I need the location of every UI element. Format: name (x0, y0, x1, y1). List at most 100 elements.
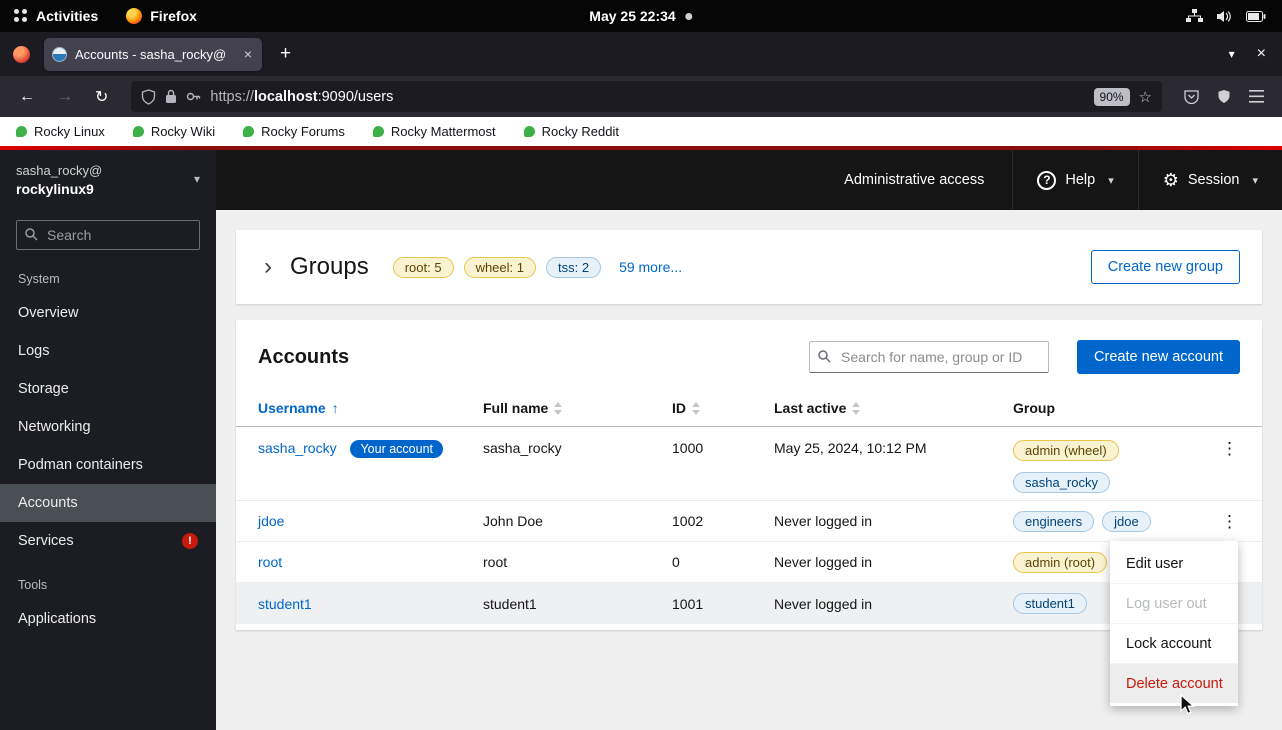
bookmark-label: Rocky Reddit (542, 124, 619, 139)
firefox-appmenu-button[interactable]: Firefox (126, 8, 197, 24)
session-user-dropdown[interactable]: sasha_rocky@ rockylinux9 ▾ (0, 150, 216, 205)
sidebar-item-networking[interactable]: Networking (0, 408, 216, 446)
column-label: Group (1013, 400, 1055, 416)
table-row: sasha_rocky Your account sasha_rocky 100… (236, 427, 1262, 501)
accounts-search-input[interactable] (809, 341, 1049, 373)
list-tabs-chevron-icon[interactable]: ▾ (1229, 47, 1235, 61)
sidebar-item-logs[interactable]: Logs (0, 332, 216, 370)
reload-button[interactable]: ↻ (86, 83, 117, 111)
column-label: Full name (483, 400, 548, 416)
create-new-account-button[interactable]: Create new account (1077, 340, 1240, 374)
table-row: jdoe John Doe 1002 Never logged in engin… (236, 501, 1262, 542)
hamburger-menu-icon[interactable] (1249, 90, 1264, 103)
groups-more-link[interactable]: 59 more... (619, 259, 682, 275)
group-label: engineers (1013, 511, 1094, 532)
group-label: admin (wheel) (1013, 440, 1119, 461)
session-user-name: sasha_rocky@ (16, 163, 200, 178)
window-close-icon[interactable]: × (1257, 45, 1266, 63)
sidebar-item-accounts[interactable]: Accounts (0, 484, 216, 522)
activities-icon (14, 9, 28, 23)
groups-expand-chevron-icon[interactable]: › (258, 258, 278, 276)
username-link[interactable]: student1 (258, 596, 312, 612)
help-icon: ? (1037, 171, 1056, 190)
cell-fullname: root (483, 554, 672, 570)
sidebar-item-applications[interactable]: Applications (0, 600, 216, 638)
accounts-search[interactable] (809, 341, 1049, 373)
notification-dot-icon (686, 13, 693, 20)
table-row: root root 0 Never logged in admin (root)… (236, 542, 1262, 583)
tab-close-icon[interactable]: × (242, 46, 254, 62)
services-alert-badge: ! (182, 533, 198, 549)
menu-item-delete-account[interactable]: Delete account (1110, 663, 1238, 703)
column-header-group: Group (1013, 400, 1215, 416)
search-icon (818, 350, 831, 363)
firefox-app-label: Firefox (150, 8, 197, 24)
column-header-fullname[interactable]: Full name (483, 400, 672, 416)
new-tab-button[interactable]: + (274, 43, 297, 65)
bookmark-label: Rocky Wiki (151, 124, 215, 139)
bookmark-rocky-linux[interactable]: Rocky Linux (16, 124, 105, 139)
sidebar-item-overview[interactable]: Overview (0, 294, 216, 332)
sortable-icon (692, 402, 700, 415)
menu-item-log-user-out[interactable]: Log user out (1110, 583, 1238, 623)
column-header-id[interactable]: ID (672, 400, 774, 416)
browser-tab[interactable]: Accounts - sasha_rocky@ × (44, 38, 262, 71)
table-row: student1 student1 1001 Never logged in s… (236, 583, 1262, 624)
sortable-icon (852, 402, 860, 415)
sortable-icon (554, 402, 562, 415)
sort-ascending-icon: ↑ (332, 400, 339, 416)
column-label: ID (672, 400, 686, 416)
key-icon[interactable] (186, 89, 201, 104)
lock-icon[interactable] (165, 89, 177, 104)
group-label: sasha_rocky (1013, 472, 1110, 493)
sidebar-search-input[interactable] (16, 220, 200, 250)
menu-item-lock-account[interactable]: Lock account (1110, 623, 1238, 663)
session-label: Session (1188, 172, 1240, 188)
bookmark-label: Rocky Forums (261, 124, 345, 139)
sidebar-item-storage[interactable]: Storage (0, 370, 216, 408)
row-actions-kebab-icon[interactable]: ⋮ (1215, 437, 1244, 460)
url-text[interactable]: https://localhost:9090/users (210, 89, 1084, 105)
bookmark-rocky-forums[interactable]: Rocky Forums (243, 124, 345, 139)
forward-button[interactable]: → (48, 84, 82, 110)
column-label: Last active (774, 400, 846, 416)
account-shield-icon[interactable] (1217, 89, 1231, 104)
bookmark-rocky-reddit[interactable]: Rocky Reddit (524, 124, 619, 139)
tracking-shield-icon[interactable] (141, 89, 156, 105)
cell-last-active: Never logged in (774, 513, 1013, 529)
bookmark-rocky-wiki[interactable]: Rocky Wiki (133, 124, 215, 139)
bookmark-rocky-mattermost[interactable]: Rocky Mattermost (373, 124, 496, 139)
column-header-last-active[interactable]: Last active (774, 400, 1013, 416)
back-button[interactable]: ← (10, 84, 44, 110)
help-menu-button[interactable]: ? Help ▾ (1012, 150, 1137, 210)
activities-label: Activities (36, 8, 98, 24)
sidebar-item-podman-containers[interactable]: Podman containers (0, 446, 216, 484)
menu-item-edit-user[interactable]: Edit user (1110, 544, 1238, 583)
username-link[interactable]: root (258, 554, 282, 570)
administrative-access-button[interactable]: Administrative access (816, 172, 1012, 188)
firefox-profile-icon[interactable] (13, 46, 30, 63)
bookmark-star-icon[interactable]: ☆ (1139, 88, 1152, 106)
cell-username: sasha_rocky Your account (258, 427, 483, 458)
system-status-area[interactable] (1186, 9, 1282, 23)
username-link[interactable]: sasha_rocky (258, 440, 337, 456)
url-host: localhost (254, 89, 318, 105)
battery-icon (1246, 11, 1266, 22)
groups-title: Groups (290, 253, 369, 281)
sidebar-section-system: System (0, 254, 216, 294)
sidebar-item-services[interactable]: Services ! (0, 522, 216, 560)
session-menu-button[interactable]: ⚙ Session ▾ (1138, 150, 1282, 210)
activities-button[interactable]: Activities (14, 8, 98, 24)
chevron-down-icon: ▾ (1252, 174, 1258, 187)
url-bar[interactable]: https://localhost:9090/users 90% ☆ (131, 81, 1162, 112)
create-new-group-button[interactable]: Create new group (1091, 250, 1240, 284)
zoom-level-chip[interactable]: 90% (1094, 88, 1130, 106)
row-actions-kebab-icon[interactable]: ⋮ (1215, 510, 1244, 533)
column-header-username[interactable]: Username ↑ (258, 400, 483, 416)
sidebar-item-label: Services (18, 533, 74, 549)
pocket-save-icon[interactable] (1184, 89, 1199, 104)
username-link[interactable]: jdoe (258, 513, 284, 529)
sidebar-search[interactable] (16, 220, 200, 250)
clock-button[interactable]: May 25 22:34 (589, 8, 692, 24)
group-badge-tss: tss: 2 (546, 257, 601, 278)
